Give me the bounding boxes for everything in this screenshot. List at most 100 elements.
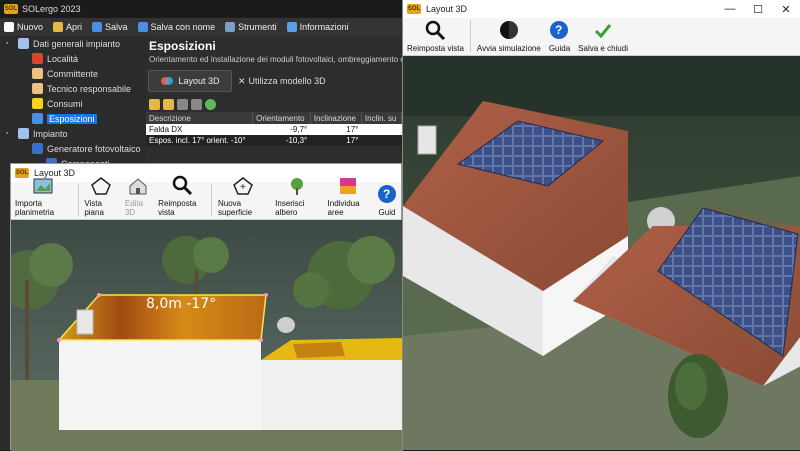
clipboard-icon [18, 38, 29, 49]
tree-item-label: Località [47, 53, 79, 64]
nuova-superficie-button[interactable]: + Nuova superficie [214, 177, 271, 217]
map-import-icon [33, 177, 53, 199]
info-icon [286, 22, 297, 32]
avvia-simulazione-button[interactable]: Avvia simulazione [473, 17, 545, 53]
tree-icon [287, 177, 307, 199]
exposure-toolbar [146, 96, 402, 112]
add-surface-icon: + [232, 177, 253, 199]
help-icon: ? [549, 20, 569, 44]
shading-icon[interactable] [205, 98, 216, 110]
importa-planimetria-button[interactable]: Importa planimetria [11, 178, 76, 217]
menu-item-label: Apri [66, 22, 83, 32]
simulation-icon [498, 20, 520, 44]
delete-exposure-icon[interactable] [191, 98, 202, 110]
guida-button[interactable]: ? Guida [545, 17, 574, 53]
table-row[interactable]: Espos. incl. 17° orient. -10° -10,3° 17° [146, 135, 402, 146]
bulb-icon [32, 98, 43, 109]
reimposta-vista-button[interactable]: Reimposta vista [403, 17, 468, 53]
app-logo-icon: SOL [407, 4, 421, 14]
tree-item-esposizioni[interactable]: Esposizioni [0, 111, 146, 126]
tree-item-generatore-fotovoltaico[interactable]: Generatore fotovoltaico [0, 141, 146, 156]
building-right-wall [261, 360, 403, 430]
maximize-button[interactable]: ☐ [744, 3, 772, 16]
close-button[interactable]: ✕ [772, 3, 800, 16]
magnifier-icon [424, 20, 446, 44]
toolbar-button-label: Reimposta vista [407, 44, 464, 53]
salva-e-chiudi-button[interactable]: Salva e chiudi [574, 17, 632, 53]
navigation-tree: ▪ Dati generali impianto Località Committen… [0, 36, 146, 169]
table-row[interactable]: Falda DX -9,7° 17° [146, 124, 402, 135]
table-cell: Falda DX [146, 124, 253, 135]
svg-text:?: ? [383, 187, 390, 201]
folder-open-icon [53, 22, 64, 32]
tree-item-impianto[interactable]: ▪ Impianto [0, 126, 146, 141]
menu-item-label: Informazioni [299, 22, 349, 32]
edit-exposure-icon[interactable] [163, 98, 174, 110]
toolbar-button-label: Edita 3D [124, 199, 144, 217]
guid-button[interactable]: ? Guid [373, 181, 401, 217]
tree-item-label: Consumi [47, 98, 83, 109]
tree-item-consumi[interactable]: Consumi [0, 96, 146, 111]
column-header[interactable]: Descrizione [146, 112, 254, 124]
column-header[interactable]: Inclinazione [310, 112, 362, 124]
vista-piana-button[interactable]: Vista piana [80, 177, 121, 217]
main-menubar: Nuovo Apri Salva Salva con nome Strumenti Inf… [0, 18, 402, 36]
table-cell: Espos. incl. 17° orient. -10° [146, 135, 253, 146]
layout-3d-icon [161, 77, 174, 85]
tree-item-località[interactable]: Località [0, 51, 146, 66]
reimposta-vista-button[interactable]: Reimposta vista [154, 175, 209, 217]
chimney [76, 309, 94, 335]
toolbar-button-label: Reimposta vista [158, 199, 197, 217]
menu-item-informazioni[interactable]: Informazioni [286, 22, 349, 32]
individua-aree-button[interactable]: Individua aree [324, 178, 373, 217]
inserisci-albero-button[interactable]: Inserisci albero [271, 178, 323, 217]
dimension-label: 8,0m -17° [146, 296, 216, 312]
edita-3d-button[interactable]: Edita 3D [121, 178, 154, 217]
menu-item-salva[interactable]: Salva [92, 22, 128, 32]
compass-icon [32, 113, 43, 124]
save-icon [92, 22, 103, 32]
layout-3d-button[interactable]: Layout 3D [148, 70, 232, 92]
layout-3d-label: Layout 3D [178, 76, 220, 86]
user-icon [32, 68, 43, 79]
column-header[interactable]: Orientamento [252, 112, 311, 124]
heat-area-icon [338, 177, 358, 199]
esposizioni-panel: Esposizioni Orientamento ed installazion… [146, 36, 403, 166]
use-3d-model-label: Utilizza modello 3D [248, 76, 326, 86]
chimney [417, 125, 437, 155]
menu-item-label: Strumenti [238, 22, 277, 32]
tree-item-committente[interactable]: Committente [0, 66, 146, 81]
main-window-title: SOLergo 2023 [22, 4, 81, 14]
toolbar-button-label: Individua aree [327, 199, 360, 217]
toolbar-button-label: Guida [548, 44, 571, 53]
plant-icon [18, 128, 29, 139]
menu-item-apri[interactable]: Apri [53, 22, 82, 32]
use-3d-model-toggle[interactable]: ✕ Utilizza modello 3D [238, 76, 326, 87]
building-left-wall [59, 340, 261, 430]
toolbar-button-label: Nuova superficie [217, 199, 253, 217]
toolbar-separator [469, 19, 471, 52]
tools-icon [225, 22, 236, 32]
tree-item-dati-generali-impianto[interactable]: ▪ Dati generali impianto [0, 36, 146, 51]
menu-item-label: Salva con nome [150, 22, 216, 32]
table-cell [361, 124, 402, 135]
column-header[interactable]: Inclin. su [361, 112, 403, 124]
magnifier-icon [171, 175, 193, 199]
3d-scene-big[interactable] [403, 56, 800, 450]
menu-item-strumenti[interactable]: Strumenti [225, 22, 277, 32]
menu-item-salva-con-nome[interactable]: Salva con nome [137, 22, 216, 32]
toolbar-separator [77, 183, 79, 216]
minimize-button[interactable]: — [716, 3, 744, 16]
help-icon: ? [377, 184, 397, 208]
tree-item-label: Generatore fotovoltaico [47, 143, 141, 154]
add-exposure-icon[interactable] [149, 98, 160, 110]
solar-panel-icon [32, 143, 43, 154]
tree-item-label: Esposizioni [47, 113, 97, 124]
tree-item-label: Committente [47, 68, 99, 79]
menu-item-nuovo[interactable]: Nuovo [4, 22, 43, 32]
3d-scene-small[interactable]: 8,0m -17° [11, 220, 403, 451]
toolbar-button-label: Vista piana [84, 199, 104, 217]
tree-item-tecnico-responsabile[interactable]: Tecnico responsabile [0, 81, 146, 96]
copy-exposure-icon[interactable] [177, 98, 188, 110]
house-3d-icon [128, 177, 148, 199]
